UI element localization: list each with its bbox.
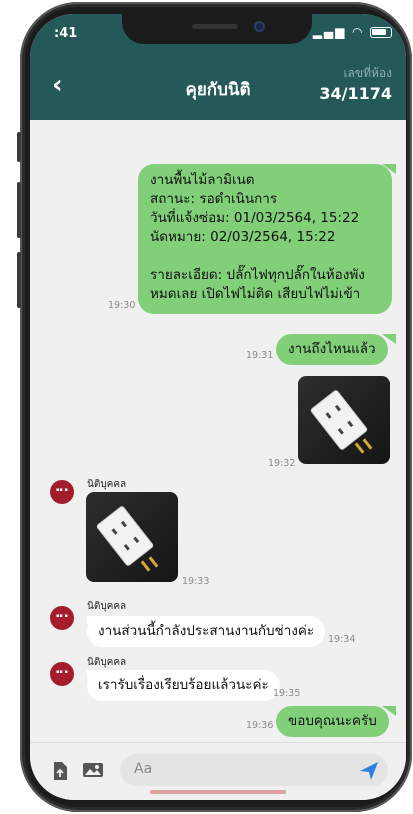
notch (122, 14, 312, 44)
message-text: งานส่วนนี้กำลังประสานงานกับช่างค่ะ (98, 623, 315, 639)
room-label: เลขที่ห้อง (343, 66, 392, 80)
outlet-slot (120, 520, 127, 528)
bubble-tail (382, 164, 396, 174)
room-info: เลขที่ห้อง 34/1174 (319, 64, 392, 103)
wifi-icon: ◠ (352, 25, 364, 39)
message-list[interactable]: งานพื้นไม้ลามิเนต สถานะ: รอดำเนินการ วัน… (30, 120, 406, 742)
plug-prong (140, 560, 151, 572)
send-button[interactable] (358, 760, 380, 787)
plug-prong (362, 438, 373, 450)
ticket-line: รายละเอียด: ปลั๊กไฟทุกปลั๊กในห้องพัง (150, 267, 365, 283)
volume-up-button (17, 182, 21, 238)
message-text: เรารับเรื่องเรียบร้อยแล้วนะค่ะ (98, 677, 269, 693)
outlet-plate (309, 389, 369, 451)
avatar: ▪▪ ▪ (50, 606, 74, 630)
timestamp: 19:32 (268, 458, 296, 469)
timestamp: 19:31 (246, 350, 274, 361)
timestamp: 19:30 (108, 300, 136, 311)
message-bubble-outgoing[interactable]: ขอบคุณนะครับ (276, 706, 389, 737)
speaker-grille (192, 24, 238, 29)
input-bar: Aa (30, 742, 406, 800)
battery-icon (370, 27, 392, 38)
outlet-slot (123, 543, 130, 551)
ticket-line: หมดเลย เปิดไฟไม่ติด เสียบไฟไม่เข้า (150, 286, 361, 302)
outlet-plate (95, 505, 155, 567)
bubble-tail (87, 670, 99, 679)
front-camera (254, 21, 265, 32)
message-text: งานถึงไหนแล้ว (288, 341, 376, 357)
outlet-slot (133, 536, 140, 544)
timestamp: 19:36 (246, 720, 274, 731)
ticket-line (150, 247, 380, 266)
image-icon[interactable] (82, 761, 104, 784)
outlet-slot (347, 420, 354, 428)
timestamp: 19:33 (182, 576, 210, 587)
outlet-slot (334, 404, 341, 412)
avatar: ▪▪ ▪ (50, 662, 74, 686)
avatar: ▪▪ ▪ (50, 480, 74, 504)
image-attachment-incoming[interactable] (86, 492, 178, 582)
message-text: ขอบคุณนะครับ (288, 713, 377, 729)
bubble-tail (382, 334, 396, 344)
outlet-slot (111, 528, 118, 535)
plug-prong (354, 442, 365, 454)
sender-name: นิติบุคคล (87, 601, 127, 612)
message-bubble-outgoing[interactable]: งานถึงไหนแล้ว (276, 334, 388, 365)
timestamp: 19:35 (273, 688, 301, 699)
phone-screen: :41 ▂▄▆ ◠ ‹ คุยกับนิติ เลขที่ห้อง 34/117… (30, 14, 406, 800)
message-input-placeholder: Aa (134, 761, 153, 777)
status-icons: ▂▄▆ ◠ (313, 25, 392, 39)
ticket-line: นัดหมาย: 02/03/2564, 15:22 (150, 229, 336, 245)
room-number: 34/1174 (319, 84, 392, 103)
volume-down-button (17, 252, 21, 308)
ticket-line: งานพื้นไม้ลามิเนต (150, 172, 255, 188)
ticket-line: วันที่แจ้งซ่อม: 01/03/2564, 15:22 (150, 210, 360, 226)
bubble-tail (87, 616, 99, 625)
message-bubble-outgoing[interactable]: งานพื้นไม้ลามิเนต สถานะ: รอดำเนินการ วัน… (138, 164, 392, 314)
send-icon (360, 762, 378, 780)
image-attachment-outgoing[interactable] (298, 376, 390, 464)
outlet-slot (337, 427, 344, 435)
sender-name: นิติบุคคล (87, 479, 127, 490)
bubble-tail (382, 706, 396, 716)
plug-prong (148, 556, 159, 568)
sender-name: นิติบุคคล (87, 657, 127, 668)
timestamp: 19:34 (328, 634, 356, 645)
home-indicator (150, 790, 286, 794)
message-bubble-incoming[interactable]: เรารับเรื่องเรียบร้อยแล้วนะค่ะ (87, 670, 280, 701)
outlet-slot (325, 412, 332, 419)
mute-switch (17, 132, 21, 162)
signal-icon: ▂▄▆ (312, 25, 347, 39)
chat-header: :41 ▂▄▆ ◠ ‹ คุยกับนิติ เลขที่ห้อง 34/117… (30, 14, 406, 120)
status-time: :41 (54, 26, 78, 41)
file-upload-icon[interactable] (52, 761, 68, 786)
message-input[interactable]: Aa (120, 754, 388, 786)
message-bubble-incoming[interactable]: งานส่วนนี้กำลังประสานงานกับช่างค่ะ (87, 616, 326, 647)
ticket-line: สถานะ: รอดำเนินการ (150, 191, 278, 207)
